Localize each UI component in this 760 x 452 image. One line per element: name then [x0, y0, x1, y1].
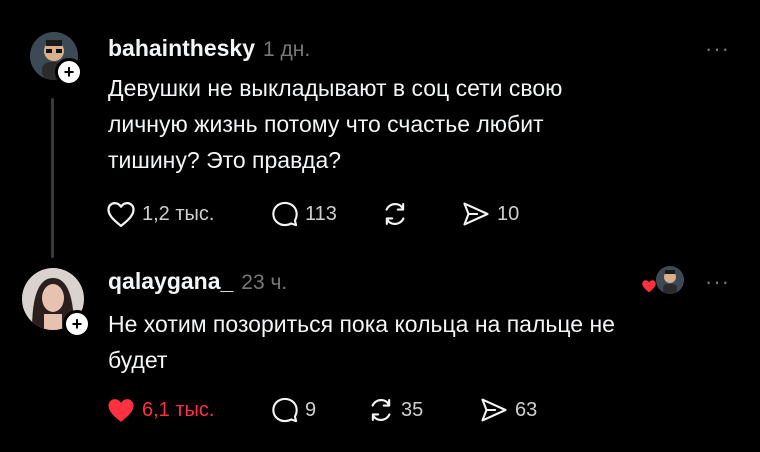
author-like-heart-icon — [642, 280, 656, 293]
repost-button[interactable]: 35 — [367, 396, 479, 424]
more-options-button[interactable]: ··· — [705, 38, 730, 60]
heart-filled-icon — [108, 399, 134, 422]
heart-icon — [107, 202, 135, 227]
post-1: + bahainthesky 1 дн. ··· Девушки не выкл… — [0, 0, 760, 260]
username[interactable]: bahainthesky — [108, 35, 255, 62]
more-options-button[interactable]: ··· — [705, 271, 730, 293]
comment-button[interactable]: 113 — [271, 200, 381, 228]
post-text: Не хотим позориться пока кольца на пальц… — [108, 306, 708, 378]
repost-count: 35 — [401, 398, 424, 421]
share-count: 63 — [515, 398, 538, 421]
post-2: + qalaygana_ 23 ч. ··· Не хотим позорить… — [0, 260, 760, 452]
share-button[interactable]: 10 — [461, 200, 519, 228]
post-text-line: тишину? Это правда? — [108, 147, 342, 173]
post-text-line: Не хотим позориться пока кольца на пальц… — [108, 311, 615, 337]
comment-count: 9 — [305, 398, 317, 421]
post-text: Девушки не выкладывают в соц сети свою л… — [108, 70, 708, 178]
like-button[interactable]: 1,2 тыс. — [106, 200, 271, 228]
timestamp: 1 дн. — [263, 38, 311, 61]
like-count: 1,2 тыс. — [142, 202, 215, 225]
comment-icon — [272, 201, 298, 227]
repost-icon — [385, 203, 405, 225]
author-liked-avatar — [656, 266, 684, 294]
post-text-line: личную жизнь потому что счастье любит — [108, 111, 544, 137]
like-button[interactable]: 6,1 тыс. — [106, 396, 271, 424]
comment-button[interactable]: 9 — [271, 396, 367, 424]
author-avatar-image — [656, 266, 684, 294]
post-text-line: будет — [108, 347, 168, 373]
comment-count: 113 — [305, 202, 337, 225]
share-count: 10 — [497, 202, 520, 225]
like-count: 6,1 тыс. — [142, 398, 215, 421]
follow-plus-button[interactable]: + — [55, 58, 83, 86]
post-text-line: Девушки не выкладывают в соц сети свою — [108, 75, 563, 101]
share-button[interactable]: 63 — [479, 396, 537, 424]
repost-icon — [371, 399, 391, 421]
repost-button[interactable] — [381, 200, 461, 228]
send-icon — [463, 202, 489, 226]
timestamp: 23 ч. — [241, 271, 288, 294]
comment-icon — [272, 397, 298, 423]
send-icon — [481, 398, 507, 422]
follow-plus-button[interactable]: + — [63, 310, 91, 338]
thread-line — [51, 98, 54, 258]
username[interactable]: qalaygana_ — [108, 268, 233, 295]
